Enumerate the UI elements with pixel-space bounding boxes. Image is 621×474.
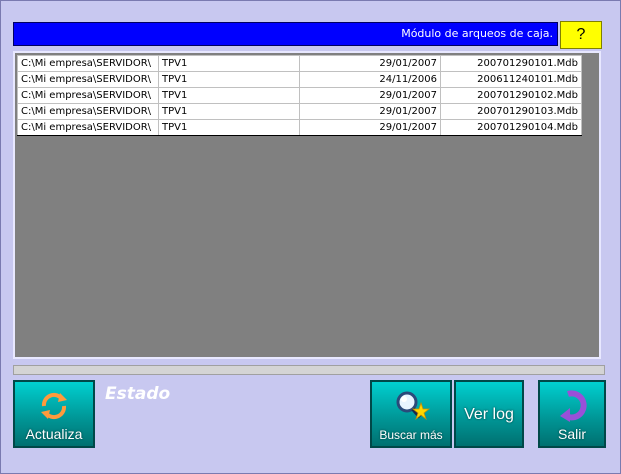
cell-file: 200611240101.Mdb <box>440 71 582 88</box>
refresh-button[interactable]: Actualiza <box>13 380 95 448</box>
module-title-bar: Módulo de arqueos de caja. <box>13 22 558 46</box>
cell-file: 200701290102.Mdb <box>440 87 582 104</box>
exit-arrow-icon <box>540 388 604 424</box>
refresh-icon <box>15 388 93 424</box>
cell-path: C:\Mi empresa\SERVIDOR\ <box>17 71 159 88</box>
search-more-button[interactable]: Buscar más <box>370 380 452 448</box>
exit-button-label: Salir <box>557 426 586 442</box>
magnifier-star-icon <box>372 388 450 424</box>
table-row[interactable]: C:\Mi empresa\SERVIDOR\ TPV1 29/01/2007 … <box>17 87 582 104</box>
table-row[interactable]: C:\Mi empresa\SERVIDOR\ TPV1 29/01/2007 … <box>17 119 582 136</box>
cell-date: 24/11/2006 <box>299 71 441 88</box>
cell-date: 29/01/2007 <box>299 87 441 104</box>
cell-path: C:\Mi empresa\SERVIDOR\ <box>17 119 159 136</box>
cell-path: C:\Mi empresa\SERVIDOR\ <box>17 55 159 72</box>
search-more-label: Buscar más <box>379 428 443 442</box>
cell-date: 29/01/2007 <box>299 55 441 72</box>
status-label: Estado <box>105 384 171 404</box>
table-row[interactable]: C:\Mi empresa\SERVIDOR\ TPV1 29/01/2007 … <box>17 103 582 120</box>
cell-file: 200701290101.Mdb <box>440 55 582 72</box>
view-log-button[interactable]: Ver log <box>454 380 524 448</box>
exit-button[interactable]: Salir <box>538 380 606 448</box>
refresh-button-label: Actualiza <box>25 426 83 442</box>
cell-terminal: TPV1 <box>158 55 300 72</box>
progress-bar <box>13 365 605 375</box>
table-row[interactable]: C:\Mi empresa\SERVIDOR\ TPV1 24/11/2006 … <box>17 71 582 88</box>
view-log-label: Ver log <box>464 406 514 423</box>
cell-terminal: TPV1 <box>158 103 300 120</box>
cell-path: C:\Mi empresa\SERVIDOR\ <box>17 87 159 104</box>
cell-file: 200701290104.Mdb <box>440 119 582 136</box>
main-window: Módulo de arqueos de caja. ? C:\Mi empre… <box>0 0 621 474</box>
cell-file: 200701290103.Mdb <box>440 103 582 120</box>
help-button[interactable]: ? <box>560 21 602 49</box>
cell-terminal: TPV1 <box>158 71 300 88</box>
cell-terminal: TPV1 <box>158 87 300 104</box>
files-table: C:\Mi empresa\SERVIDOR\ TPV1 29/01/2007 … <box>17 55 582 136</box>
cell-date: 29/01/2007 <box>299 119 441 136</box>
cell-terminal: TPV1 <box>158 119 300 136</box>
cell-path: C:\Mi empresa\SERVIDOR\ <box>17 103 159 120</box>
cell-date: 29/01/2007 <box>299 103 441 120</box>
table-row[interactable]: C:\Mi empresa\SERVIDOR\ TPV1 29/01/2007 … <box>17 55 582 72</box>
module-title: Módulo de arqueos de caja. <box>401 27 553 40</box>
files-grid[interactable]: C:\Mi empresa\SERVIDOR\ TPV1 29/01/2007 … <box>13 51 601 359</box>
